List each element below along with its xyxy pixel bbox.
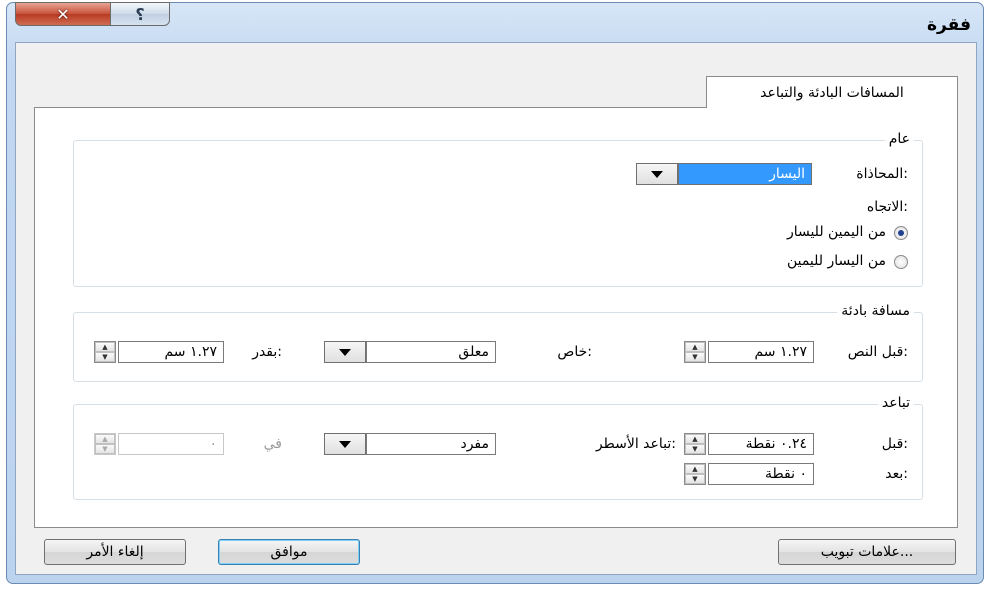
alignment-label: المحاذاة: <box>856 166 908 182</box>
spin-down-icon[interactable]: ▼ <box>685 474 705 484</box>
line-spacing-label: تباعد الأسطر: <box>595 436 676 452</box>
spacing-legend: تباعد <box>877 395 914 411</box>
special-value: معلق <box>458 344 489 360</box>
spin-up-icon[interactable]: ▲ <box>685 434 705 444</box>
line-spacing-dropdown-button[interactable] <box>324 433 366 455</box>
ltr-radio[interactable] <box>894 255 908 269</box>
spacing-after-value: ٠ نقطة <box>765 466 807 482</box>
cancel-button[interactable]: إلغاء الأمر <box>44 539 186 565</box>
spin-up-icon[interactable]: ▲ <box>685 342 705 352</box>
special-dropdown-button[interactable] <box>324 341 366 363</box>
close-button[interactable]: ✕ <box>15 2 111 26</box>
spin-down-icon[interactable]: ▼ <box>685 444 705 454</box>
alignment-select[interactable]: اليسار <box>678 163 812 185</box>
special-label: خاص: <box>557 344 592 360</box>
rtl-radio[interactable] <box>894 226 908 240</box>
at-value: ٠ <box>209 436 217 452</box>
indentation-group: مسافة بادئة قبل النص: ١.٢٧ سم ▲ ▼ خاص: مع… <box>73 303 923 382</box>
before-text-label: قبل النص: <box>847 344 908 360</box>
indentation-legend: مسافة بادئة <box>837 303 914 319</box>
at-spinner[interactable]: ▲ ▼ <box>94 433 116 455</box>
dialog-client-area: المسافات البادئة والتباعد عام المحاذاة: … <box>15 42 977 575</box>
before-text-spinner[interactable]: ▲ ▼ <box>684 341 706 363</box>
spin-down-icon[interactable]: ▼ <box>95 444 115 454</box>
at-label: في <box>263 436 282 452</box>
dropdown-arrow-icon <box>339 348 351 356</box>
general-group: عام المحاذاة: اليسار الاتجاه: من اليمين … <box>73 131 923 287</box>
help-button[interactable]: ؟ <box>110 2 170 26</box>
spacing-before-input[interactable]: ٠.٢٤ نقطة <box>708 433 814 455</box>
at-input[interactable]: ٠ <box>118 433 224 455</box>
paragraph-dialog: ✕ ؟ فقرة المسافات البادئة والتباعد عام ا… <box>6 2 984 584</box>
spin-down-icon[interactable]: ▼ <box>95 352 115 362</box>
spin-up-icon[interactable]: ▲ <box>685 464 705 474</box>
tab-indents-and-spacing[interactable]: المسافات البادئة والتباعد <box>706 76 958 108</box>
by-label: بقدر: <box>252 344 282 360</box>
general-legend: عام <box>884 131 914 147</box>
ok-button[interactable]: موافق <box>218 539 360 565</box>
spin-up-icon[interactable]: ▲ <box>95 434 115 444</box>
by-input[interactable]: ١.٢٧ سم <box>118 341 224 363</box>
spacing-before-label: قبل: <box>881 436 908 452</box>
before-text-value: ١.٢٧ سم <box>754 344 807 360</box>
tab-panel: عام المحاذاة: اليسار الاتجاه: من اليمين … <box>34 107 958 528</box>
rtl-option-label[interactable]: من اليمين لليسار <box>787 224 886 240</box>
spacing-after-label: بعد: <box>885 466 908 482</box>
special-select[interactable]: معلق <box>366 341 496 363</box>
spacing-before-value: ٠.٢٤ نقطة <box>745 436 807 452</box>
spin-down-icon[interactable]: ▼ <box>685 352 705 362</box>
line-spacing-value: مفرد <box>460 436 489 452</box>
line-spacing-select[interactable]: مفرد <box>366 433 496 455</box>
spacing-before-spinner[interactable]: ▲ ▼ <box>684 433 706 455</box>
spin-up-icon[interactable]: ▲ <box>95 342 115 352</box>
before-text-input[interactable]: ١.٢٧ سم <box>708 341 814 363</box>
spacing-after-spinner[interactable]: ▲ ▼ <box>684 463 706 485</box>
alignment-dropdown-button[interactable] <box>636 163 678 185</box>
spacing-group: تباعد قبل: ٠.٢٤ نقطة ▲ ▼ تباعد الأسطر: مف… <box>73 395 923 500</box>
spacing-after-input[interactable]: ٠ نقطة <box>708 463 814 485</box>
tabs-button[interactable]: علامات تبويب... <box>778 539 956 565</box>
by-value: ١.٢٧ سم <box>164 344 217 360</box>
alignment-value: اليسار <box>769 166 805 182</box>
ltr-option-label[interactable]: من اليسار لليمين <box>787 253 886 269</box>
by-spinner[interactable]: ▲ ▼ <box>94 341 116 363</box>
direction-label: الاتجاه: <box>866 199 908 215</box>
dropdown-arrow-icon <box>339 440 351 448</box>
dialog-title: فقرة <box>927 15 971 35</box>
dropdown-arrow-icon <box>651 170 663 178</box>
